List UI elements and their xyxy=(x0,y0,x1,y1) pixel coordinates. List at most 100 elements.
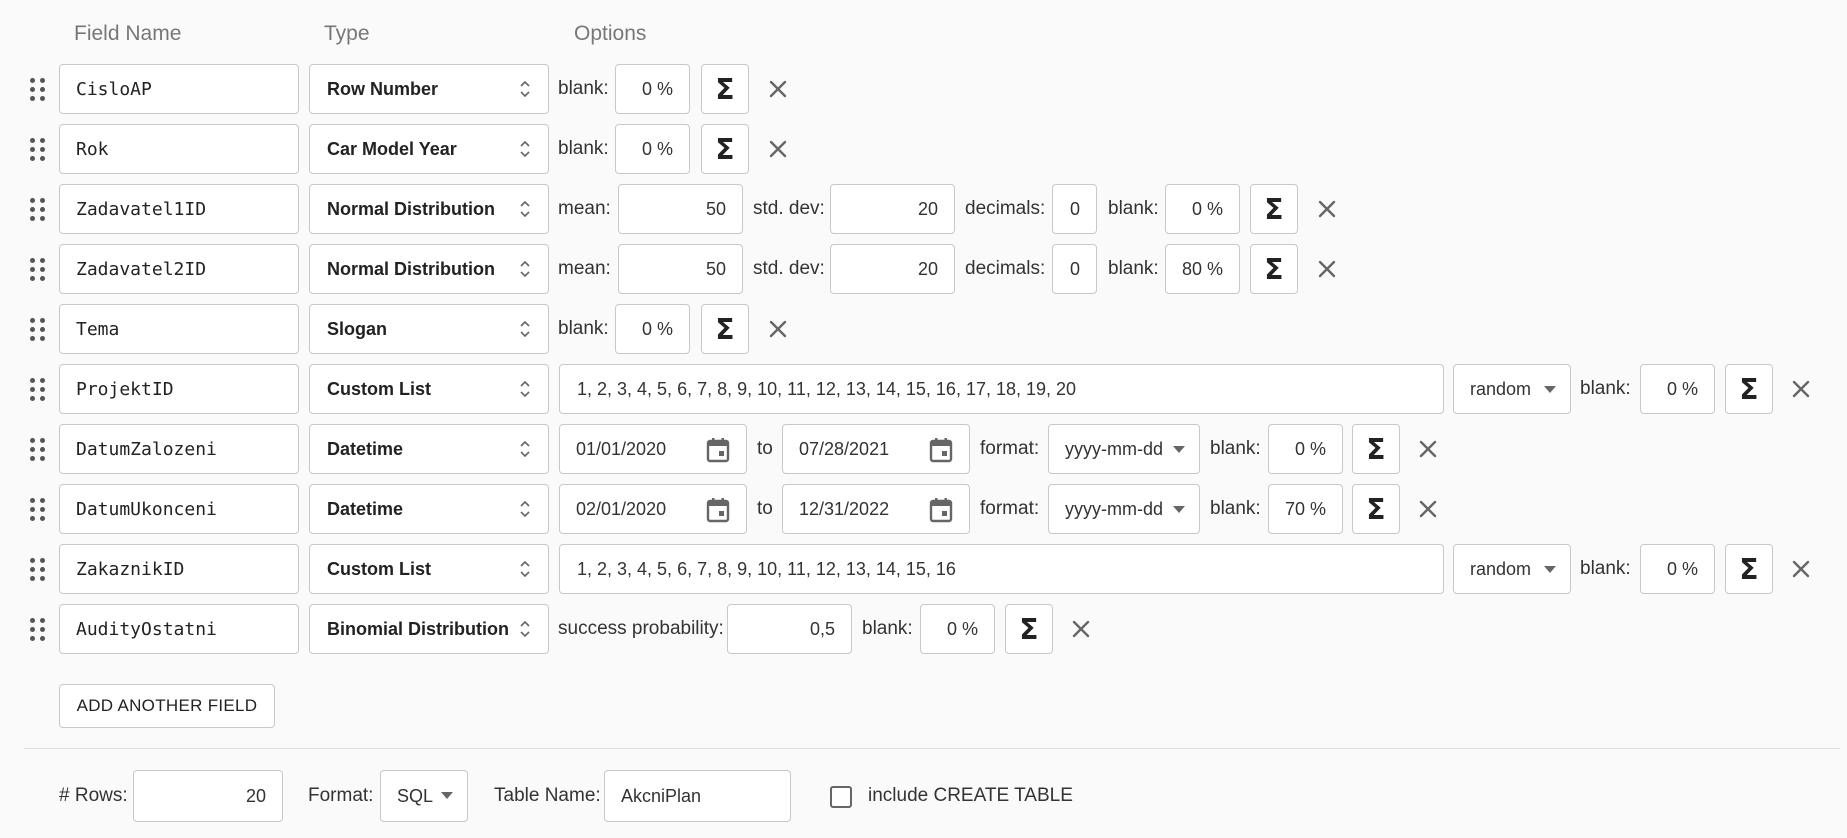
close-icon[interactable] xyxy=(763,124,793,174)
date-to-input-value: 12/31/2022 xyxy=(799,498,890,519)
date-format-select[interactable]: yyyy-mm-dd xyxy=(1048,424,1200,474)
caret-down-icon xyxy=(441,792,453,799)
sigma-button[interactable]: Σ xyxy=(1725,544,1773,594)
type-select[interactable]: Datetime xyxy=(309,484,549,534)
custom-list-input[interactable]: 1, 2, 3, 4, 5, 6, 7, 8, 9, 10, 11, 12, 1… xyxy=(559,544,1444,594)
drag-handle-icon[interactable] xyxy=(30,377,46,401)
blank-input-value: 0 % xyxy=(641,78,673,99)
format-select[interactable]: SQL xyxy=(380,770,468,822)
close-icon[interactable] xyxy=(763,304,793,354)
close-icon[interactable] xyxy=(1413,424,1443,474)
drag-handle-icon[interactable] xyxy=(30,257,46,281)
decimals-input[interactable]: 0 xyxy=(1052,184,1097,234)
order-select[interactable]: random xyxy=(1453,544,1571,594)
sigma-button[interactable]: Σ xyxy=(701,304,749,354)
type-select[interactable]: Datetime xyxy=(309,424,549,474)
type-value: Datetime xyxy=(327,438,404,459)
blank-input[interactable]: 0 % xyxy=(1640,544,1715,594)
sigma-button[interactable]: Σ xyxy=(1352,484,1400,534)
type-select[interactable]: Custom List xyxy=(309,544,549,594)
blank-input[interactable]: 70 % xyxy=(1268,484,1343,534)
close-icon[interactable] xyxy=(1312,184,1342,234)
field-name-value: CisloAP xyxy=(76,78,152,100)
format-label: format: xyxy=(980,498,1040,519)
blank-input[interactable]: 0 % xyxy=(1640,364,1715,414)
field-name-input[interactable]: Zadavatel2ID xyxy=(59,244,299,294)
field-name-input[interactable]: CisloAP xyxy=(59,64,299,114)
date-format-select-value: yyyy-mm-dd xyxy=(1065,498,1163,519)
drag-handle-icon[interactable] xyxy=(30,317,46,341)
blank-input[interactable]: 0 % xyxy=(615,304,690,354)
std-dev-input[interactable]: 20 xyxy=(830,244,955,294)
blank-label: blank: xyxy=(558,138,609,159)
type-select[interactable]: Normal Distribution xyxy=(309,244,549,294)
sigma-button[interactable]: Σ xyxy=(1005,604,1053,654)
drag-handle-icon[interactable] xyxy=(30,197,46,221)
blank-input[interactable]: 0 % xyxy=(1268,424,1343,474)
field-name-input[interactable]: DatumUkonceni xyxy=(59,484,299,534)
date-format-select[interactable]: yyyy-mm-dd xyxy=(1048,484,1200,534)
sort-arrows-icon xyxy=(520,260,530,278)
sigma-button[interactable]: Σ xyxy=(701,64,749,114)
sigma-button[interactable]: Σ xyxy=(1250,184,1298,234)
blank-input-value: 70 % xyxy=(1284,498,1326,519)
drag-handle-icon[interactable] xyxy=(30,617,46,641)
close-icon[interactable] xyxy=(763,64,793,114)
drag-handle-icon[interactable] xyxy=(30,137,46,161)
sigma-button[interactable]: Σ xyxy=(1352,424,1400,474)
decimals-input[interactable]: 0 xyxy=(1052,244,1097,294)
table-name-input[interactable]: AkcniPlan xyxy=(604,770,791,822)
blank-input[interactable]: 0 % xyxy=(615,64,690,114)
field-name-value: Tema xyxy=(76,318,120,340)
close-icon[interactable] xyxy=(1413,484,1443,534)
close-icon[interactable] xyxy=(1786,364,1816,414)
sigma-button[interactable]: Σ xyxy=(1250,244,1298,294)
order-select[interactable]: random xyxy=(1453,364,1571,414)
drag-handle-icon[interactable] xyxy=(30,77,46,101)
drag-handle-icon[interactable] xyxy=(30,497,46,521)
close-icon[interactable] xyxy=(1786,544,1816,594)
field-name-input[interactable]: Tema xyxy=(59,304,299,354)
sigma-button[interactable]: Σ xyxy=(701,124,749,174)
date-from-input[interactable]: 01/01/2020 xyxy=(559,424,747,474)
blank-input[interactable]: 80 % xyxy=(1165,244,1240,294)
format-label: format: xyxy=(980,438,1040,459)
type-select[interactable]: Slogan xyxy=(309,304,549,354)
drag-handle-icon[interactable] xyxy=(30,557,46,581)
field-name-input[interactable]: Zadavatel1ID xyxy=(59,184,299,234)
type-select[interactable]: Row Number xyxy=(309,64,549,114)
blank-label: blank: xyxy=(862,618,913,639)
blank-input-value: 0 % xyxy=(641,138,673,159)
type-select[interactable]: Car Model Year xyxy=(309,124,549,174)
add-another-field-button[interactable]: ADD ANOTHER FIELD xyxy=(59,684,275,728)
date-to-input[interactable]: 07/28/2021 xyxy=(782,424,970,474)
blank-input[interactable]: 0 % xyxy=(615,124,690,174)
date-from-input[interactable]: 02/01/2020 xyxy=(559,484,747,534)
field-name-input[interactable]: Rok xyxy=(59,124,299,174)
type-select[interactable]: Normal Distribution xyxy=(309,184,549,234)
type-select[interactable]: Custom List xyxy=(309,364,549,414)
custom-list-input[interactable]: 1, 2, 3, 4, 5, 6, 7, 8, 9, 10, 11, 12, 1… xyxy=(559,364,1444,414)
drag-handle-icon[interactable] xyxy=(30,437,46,461)
date-to-input[interactable]: 12/31/2022 xyxy=(782,484,970,534)
close-icon[interactable] xyxy=(1066,604,1096,654)
close-icon[interactable] xyxy=(1312,244,1342,294)
field-name-value: Zadavatel1ID xyxy=(76,198,207,220)
success-probability-input[interactable]: 0,5 xyxy=(727,604,852,654)
mean-input[interactable]: 50 xyxy=(618,244,743,294)
sigma-button[interactable]: Σ xyxy=(1725,364,1773,414)
std-dev-input[interactable]: 20 xyxy=(830,184,955,234)
type-value: Car Model Year xyxy=(327,138,457,159)
blank-input[interactable]: 0 % xyxy=(920,604,995,654)
header-field-name: Field Name xyxy=(74,22,182,45)
field-name-input[interactable]: ProjektID xyxy=(59,364,299,414)
blank-label: blank: xyxy=(558,78,609,99)
rows-count-input[interactable]: 20 xyxy=(133,770,283,822)
blank-input[interactable]: 0 % xyxy=(1165,184,1240,234)
field-name-input[interactable]: DatumZalozeni xyxy=(59,424,299,474)
field-name-input[interactable]: ZakaznikID xyxy=(59,544,299,594)
include-create-table-checkbox[interactable] xyxy=(830,786,852,808)
mean-input[interactable]: 50 xyxy=(618,184,743,234)
type-select[interactable]: Binomial Distribution xyxy=(309,604,549,654)
field-name-input[interactable]: AudityOstatni xyxy=(59,604,299,654)
